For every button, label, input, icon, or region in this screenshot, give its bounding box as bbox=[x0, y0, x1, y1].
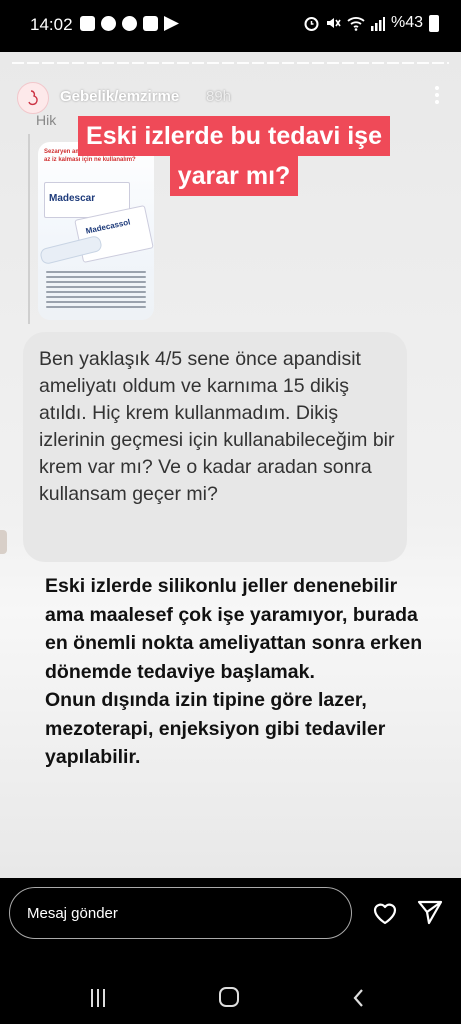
play-store-icon bbox=[164, 16, 179, 31]
signal-icon bbox=[370, 16, 385, 31]
question-line-2: yarar mı? bbox=[169, 156, 299, 196]
user-message-bubble: Ben yaklaşık 4/5 sene önce apandisit ame… bbox=[23, 332, 407, 562]
status-time: 14:02 bbox=[30, 15, 73, 34]
question-line-1: Eski izlerde bu tedavi işe bbox=[78, 116, 390, 156]
send-icon[interactable] bbox=[416, 898, 444, 926]
home-icon[interactable] bbox=[219, 987, 239, 1007]
product-label-madecassol: Madecassol bbox=[84, 217, 132, 236]
edge-sticker bbox=[0, 530, 7, 554]
message-input[interactable]: Mesaj gönder bbox=[9, 887, 352, 939]
system-navigation-bar bbox=[0, 974, 461, 1024]
wifi-icon bbox=[347, 16, 365, 31]
gallery-icon bbox=[143, 16, 158, 31]
answer-paragraph-2: Onun dışında izin tipine göre lazer, mez… bbox=[45, 689, 386, 768]
question-sticker: Eski izlerde bu tedavi işe yarar mı? bbox=[54, 116, 414, 196]
user-message-text: Ben yaklaşık 4/5 sene önce apandisit ame… bbox=[39, 348, 395, 505]
battery-icon bbox=[429, 14, 439, 32]
pregnancy-logo-icon bbox=[28, 90, 38, 106]
bottom-bar: Mesaj gönder bbox=[0, 878, 461, 1024]
back-icon[interactable] bbox=[352, 988, 366, 1008]
heart-icon[interactable] bbox=[371, 899, 399, 927]
story-progress-bar bbox=[12, 62, 449, 64]
message-placeholder: Mesaj gönder bbox=[27, 905, 118, 922]
battery-percent: %43 bbox=[390, 14, 423, 31]
answer-paragraph-1: Eski izlerde silikonlu jeller denenebili… bbox=[45, 575, 423, 683]
avatar[interactable] bbox=[17, 82, 49, 114]
status-bar: 14:02 %43 bbox=[0, 0, 461, 52]
more-options-icon[interactable] bbox=[435, 86, 441, 104]
recent-apps-icon[interactable] bbox=[91, 989, 111, 1007]
thumbnail-body-text bbox=[46, 268, 146, 316]
story-username[interactable]: Gebelik/emzirme bbox=[60, 88, 179, 105]
quote-bar bbox=[28, 134, 30, 324]
mute-icon bbox=[326, 18, 341, 28]
system-icons: %43 bbox=[304, 14, 439, 32]
g-icon bbox=[80, 16, 95, 31]
notification-icons bbox=[80, 16, 179, 31]
alarm-icon bbox=[304, 17, 319, 31]
notification-dot-icon bbox=[101, 16, 116, 31]
story-time: 89h bbox=[206, 88, 232, 105]
instagram-icon bbox=[122, 16, 137, 31]
story-view[interactable]: Gebelik/emzirme 89h Hik Sezaryen ameliya… bbox=[0, 52, 461, 878]
answer-text: Eski izlerde silikonlu jeller denenebili… bbox=[45, 572, 425, 772]
